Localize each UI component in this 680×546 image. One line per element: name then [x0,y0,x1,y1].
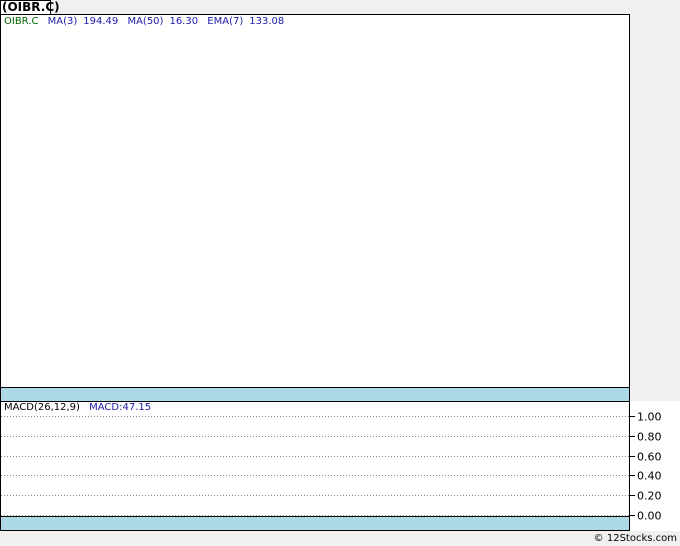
macd-tick-label: 0.80 [637,431,662,444]
macd-label: MACD(26,12,9) [4,402,80,413]
macd-tick-label: 0.20 [637,490,662,503]
macd-tick-label: 0.40 [637,470,662,483]
macd-tick-label: 0.60 [637,451,662,464]
macd-tick-label: 1.00 [637,411,662,424]
copyright-footer: © 12Stocks.com [593,533,677,544]
macd-value: MACD:47.15 [89,402,152,413]
macd-chart-svg: 1.00 0.80 0.60 0.40 0.20 0.00 [1,411,662,523]
macd-legend: MACD(26,12,9) MACD:47.15 [4,402,157,414]
macd-tick-label: 0.00 [637,510,662,523]
